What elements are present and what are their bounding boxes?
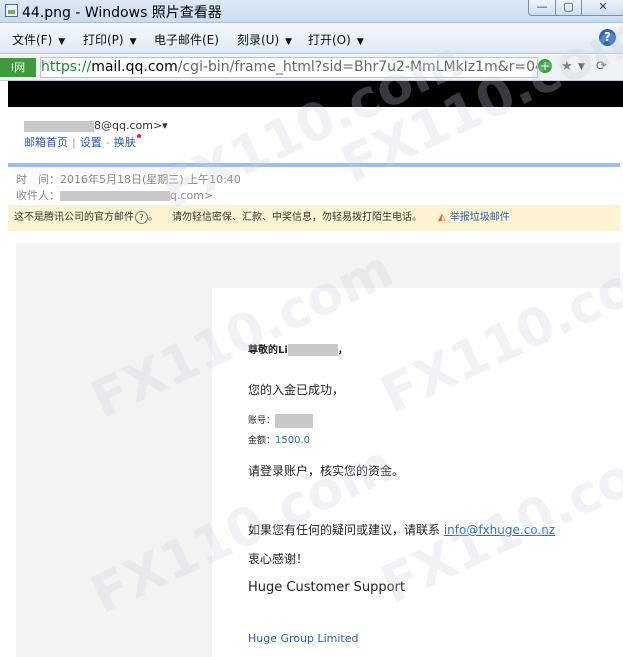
account-label: 账号： [248, 416, 276, 426]
chevron-down-icon: ▼ [356, 37, 364, 47]
email-greeting: 尊敬的Li ， [248, 341, 348, 356]
mailbox-home-link[interactable]: 邮箱首页 [24, 136, 68, 149]
minimize-button[interactable]: — [528, 0, 556, 16]
account-suffix: 8@qq.com> [94, 119, 163, 132]
close-button[interactable]: ✕ [581, 0, 623, 16]
mail-recipient: 收件人： q.com> [16, 187, 213, 203]
link-separator: | [72, 136, 76, 149]
url-path: /cgi-bin/frame_html?sid=Bhr7u2-MmLMkIz1m… [177, 59, 537, 75]
menu-email-label: 电子邮件(E) [154, 33, 219, 47]
report-spam-label: 举报垃圾邮件 [449, 212, 510, 223]
warning-text-2: 请勿轻信密保、汇款、中奖信息，勿轻易拨打陌生电话。 [172, 212, 422, 223]
menu-email[interactable]: 电子邮件(E) [154, 31, 219, 48]
menu-open-label: 打开(O) [308, 33, 351, 47]
browser-address-bar: І网 https://mail.qq.com/cgi-bin/frame_htm… [0, 55, 623, 81]
notification-dot-icon [136, 134, 141, 138]
amount-value: 1500.0 [275, 435, 311, 446]
report-spam-link[interactable]: ◭ 举报垃圾邮件 [438, 205, 510, 231]
chevron-down-icon: ▼ [285, 37, 293, 47]
account-caret-icon[interactable]: ▾ [162, 119, 168, 132]
change-skin-link[interactable]: 换肤 [114, 136, 136, 149]
menu-burn-label: 刻录(U) [237, 33, 280, 47]
deposit-success-text: 您的入金已成功， [248, 383, 345, 397]
dropdown-icon[interactable]: ▼ [578, 59, 585, 75]
greeting-prefix: 尊敬的Li [248, 345, 288, 356]
time-value: 2016年5月18日(星期三) 上午10:40 [60, 173, 241, 186]
mail-time: 时 间：2016年5月18日(星期三) 上午10:40 [16, 171, 241, 187]
security-warning-banner: 这不是腾讯公司的官方邮件?。 请勿轻信密保、汇款、中奖信息，勿轻易拨打陌生电话。… [8, 205, 620, 231]
window-title: 44.png - Windows 照片查看器 [22, 5, 222, 21]
account-address: 8@qq.com>▾ [24, 119, 168, 132]
warning-text-1: 这不是腾讯公司的官方邮件 [14, 212, 134, 223]
chevron-down-icon: ▼ [129, 37, 137, 47]
redaction-bar [8, 81, 623, 107]
menu-file-label: 文件(F) [12, 33, 53, 47]
window-titlebar: 44.png - Windows 照片查看器 — ▢ ✕ [0, 0, 623, 23]
settings-link[interactable]: 设置 [80, 136, 102, 149]
menubar: 文件(F) ▼ 打印(P) ▼ 电子邮件(E) 刻录(U) ▼ 打开(O) ▼ ? [0, 23, 623, 54]
menu-print[interactable]: 打印(P) ▼ [83, 31, 137, 48]
maximize-button[interactable]: ▢ [555, 0, 582, 16]
menu-file[interactable]: 文件(F) ▼ [12, 31, 65, 48]
thanks-text: 衷心感谢！ [248, 552, 309, 566]
account-line: 账号： [248, 413, 314, 428]
url-field[interactable]: https://mail.qq.com/cgi-bin/frame_html?s… [40, 57, 538, 78]
contact-text: 如果您有任何的疑问或建议，请联系 [248, 523, 441, 537]
browser-tab[interactable]: І网 [0, 58, 36, 77]
report-icon: ◭ [438, 212, 446, 223]
chevron-down-icon: ▼ [58, 37, 66, 47]
recipient-label: 收件人： [16, 189, 60, 202]
contact-line: 如果您有任何的疑问或建议，请联系 info@fxhuge.co.nz [248, 521, 555, 538]
menu-open[interactable]: 打开(O) ▼ [308, 31, 364, 48]
menu-burn[interactable]: 刻录(U) ▼ [237, 31, 292, 48]
plus-icon[interactable]: + [538, 59, 552, 73]
verify-funds-text: 请登录账户，核实您的资金。 [248, 464, 405, 478]
header-divider [8, 163, 620, 167]
menu-print-label: 打印(P) [83, 33, 124, 47]
greeting-suffix: ， [337, 345, 348, 356]
mail-header-links: 邮箱首页 | 设置 - 换肤 [24, 134, 141, 150]
redacted-block [60, 191, 170, 201]
warning-text-official: 这不是腾讯公司的官方邮件?。 [14, 211, 158, 224]
question-icon[interactable]: ? [135, 211, 148, 224]
star-icon[interactable]: ★ [561, 59, 573, 75]
mail-page: 8@qq.com>▾ 邮箱首页 | 设置 - 换肤 时 间：2016年5月18日(星期三… [8, 107, 623, 657]
amount-label: 金额： [248, 436, 276, 446]
redacted-block [275, 413, 314, 428]
time-label: 时 间： [16, 173, 60, 186]
recipient-suffix: q.com> [170, 189, 214, 202]
url-domain: mail.qq.com [91, 59, 178, 75]
photo-viewer-icon [5, 4, 18, 17]
contact-email-link[interactable]: info@fxhuge.co.nz [444, 523, 555, 537]
help-icon[interactable]: ? [599, 29, 616, 46]
support-signature: Huge Customer Support [248, 580, 406, 595]
amount-line: 金额：1500.0 [248, 433, 310, 446]
redacted-block [287, 344, 338, 356]
redacted-block [24, 120, 94, 132]
url-scheme: https:// [41, 59, 92, 75]
company-signature: Huge Group Limited [248, 632, 359, 645]
refresh-icon[interactable]: ⟳ [596, 59, 607, 75]
link-separator: - [105, 136, 110, 149]
